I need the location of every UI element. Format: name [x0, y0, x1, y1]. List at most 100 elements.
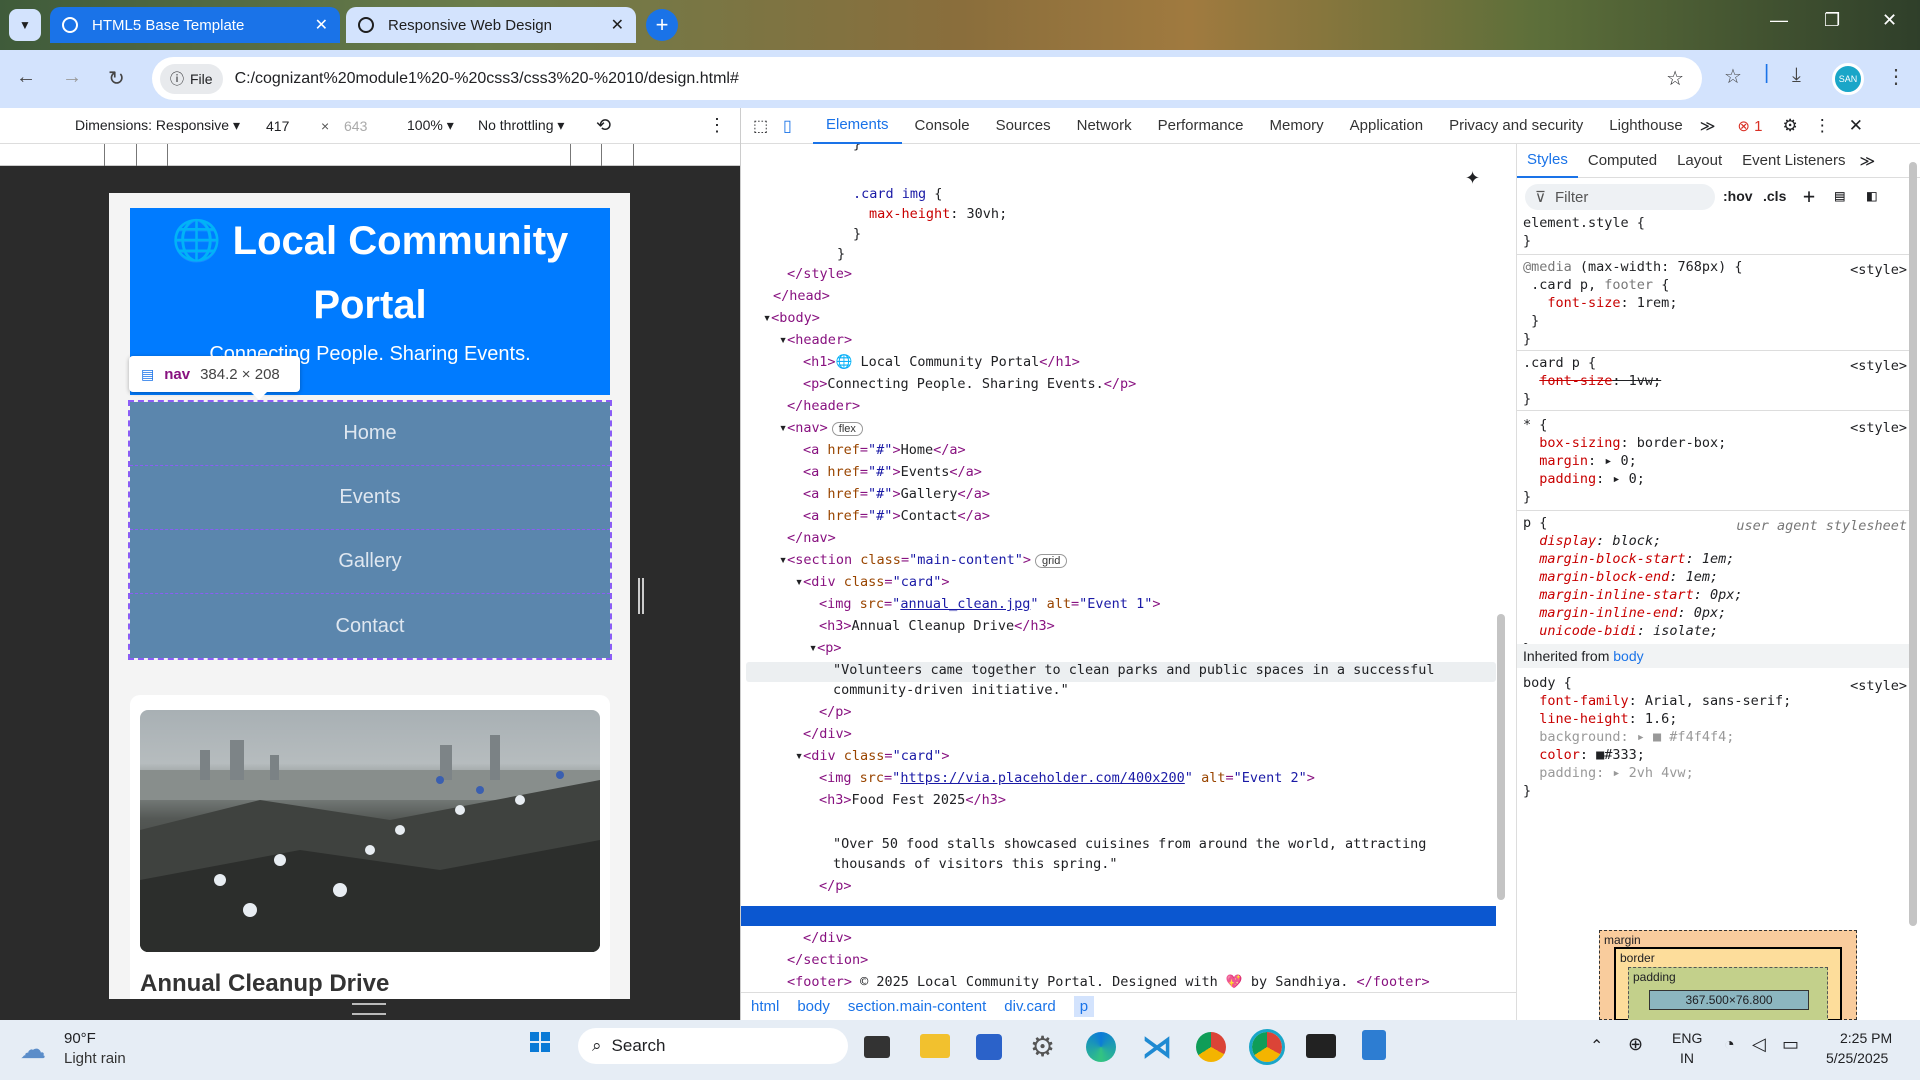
close-icon[interactable]: ✕ [315, 15, 328, 35]
code-line[interactable]: ▾<nav> flex [779, 418, 863, 438]
battery-icon[interactable]: ▭ [1782, 1034, 1799, 1055]
file-explorer-icon[interactable] [920, 1034, 950, 1058]
rule-user-agent-p[interactable]: p { display: block; margin-block-start: … [1523, 514, 1742, 658]
code-line[interactable]: <img src="annual_clean.jpg" alt="Event 1… [819, 594, 1160, 614]
settings-gear-icon[interactable]: ⚙ [1782, 116, 1797, 136]
terminal-icon[interactable] [1306, 1034, 1336, 1058]
tab-html5-base-template[interactable]: HTML5 Base Template ✕ [50, 7, 340, 43]
tab-sources[interactable]: Sources [983, 108, 1064, 144]
new-tab-button[interactable]: + [646, 9, 678, 41]
inspect-icon[interactable]: ⬚ [753, 116, 773, 136]
source-link[interactable]: <style> [1850, 678, 1907, 694]
dimensions-select[interactable]: Dimensions: Responsive ▾ [75, 117, 240, 134]
weather-temp[interactable]: 90°F [64, 1030, 96, 1047]
tab-elements[interactable]: Elements [813, 108, 902, 144]
throttling-select[interactable]: No throttling ▾ [478, 117, 564, 134]
menu-icon[interactable]: ⋮ [1886, 64, 1906, 89]
more-tabs-icon[interactable]: ≫ [1860, 152, 1876, 170]
store-icon[interactable] [976, 1034, 1002, 1060]
code-line[interactable]: <a href="#">Contact</a> [803, 506, 990, 526]
bookmarks-icon[interactable]: ☆ [1724, 64, 1742, 89]
elements-scrollbar[interactable] [1497, 120, 1505, 1020]
crumb-body[interactable]: body [797, 998, 830, 1015]
tab-privacy-security[interactable]: Privacy and security [1436, 108, 1596, 144]
rule-element-style[interactable]: element.style { } [1523, 214, 1645, 250]
edge-icon[interactable] [1086, 1032, 1116, 1062]
code-line[interactable]: ▾<body> [763, 308, 820, 328]
more-tabs-icon[interactable]: ≫ [1700, 117, 1716, 135]
media-query-ruler[interactable] [0, 144, 740, 166]
resize-handle[interactable] [638, 578, 644, 614]
selected-row[interactable] [741, 906, 1496, 926]
rule-card-p[interactable]: .card p { font-size: 1vw; } [1523, 354, 1661, 408]
styles-filter-input[interactable]: ⊽ Filter [1525, 184, 1715, 210]
nav-link-contact[interactable]: Contact [130, 594, 610, 658]
language-indicator[interactable]: ENG [1672, 1030, 1702, 1046]
tab-layout[interactable]: Layout [1667, 144, 1732, 178]
chevron-up-icon[interactable]: ⌃ [1590, 1036, 1603, 1056]
crumb-section[interactable]: section.main-content [848, 998, 986, 1015]
crumb-div[interactable]: div.card [1004, 998, 1055, 1015]
code-line[interactable]: <a href="#">Events</a> [803, 462, 982, 482]
code-line[interactable]: <img src="https://via.placeholder.com/40… [819, 768, 1315, 788]
device-toggle-icon[interactable]: ▯ [783, 116, 803, 136]
chrome-profile-icon[interactable] [1249, 1029, 1285, 1065]
rule-media[interactable]: @media (max-width: 768px) { .card p, foo… [1523, 258, 1742, 348]
crumb-p[interactable]: p [1073, 996, 1095, 1017]
tab-computed[interactable]: Computed [1578, 144, 1667, 178]
code-line[interactable]: ▾<p> [809, 638, 842, 658]
add-rule-icon[interactable]: + [1803, 184, 1815, 208]
url-text[interactable]: C:/cognizant%20module1%20-%20css3/css3%2… [235, 70, 739, 88]
height-input[interactable]: 643 [344, 118, 367, 134]
resize-bottom-handle[interactable] [352, 1003, 386, 1015]
styles-scrollbar[interactable] [1909, 148, 1917, 1008]
tab-console[interactable]: Console [902, 108, 983, 144]
tab-performance[interactable]: Performance [1145, 108, 1257, 144]
accessibility-icon[interactable]: ✦ [1465, 168, 1480, 189]
nav-link-gallery[interactable]: Gallery [130, 530, 610, 594]
taskbar-search[interactable]: ⌕ Search [578, 1028, 848, 1064]
code-line[interactable]: <h1>🌐 Local Community Portal</h1> [803, 352, 1080, 372]
restore-icon[interactable]: ❐ [1824, 10, 1840, 31]
task-view-icon[interactable] [864, 1036, 890, 1058]
tab-responsive-web-design[interactable]: Responsive Web Design ✕ [346, 7, 636, 43]
rule-body[interactable]: body { font-family: Arial, sans-serif; l… [1523, 674, 1791, 800]
close-window-icon[interactable]: ✕ [1882, 10, 1897, 31]
cls-toggle[interactable]: .cls [1763, 188, 1786, 204]
crumb-html[interactable]: html [751, 998, 779, 1015]
clock-date[interactable]: 5/25/2025 [1826, 1050, 1888, 1066]
source-link[interactable]: <style> [1850, 358, 1907, 374]
bookmark-star-icon[interactable]: ☆ [1666, 66, 1684, 91]
notepad-icon[interactable] [1362, 1030, 1386, 1060]
source-link[interactable]: <style> [1850, 420, 1907, 436]
error-icon[interactable]: ⊗ 1 [1737, 117, 1762, 135]
language-region[interactable]: IN [1680, 1050, 1694, 1066]
source-link[interactable]: <style> [1850, 262, 1907, 278]
code-line[interactable]: <p>Connecting People. Sharing Events.</p… [803, 374, 1136, 394]
back-icon[interactable]: ← [16, 66, 36, 89]
rotate-icon[interactable]: ⟲ [596, 115, 611, 136]
code-line-selected[interactable]: ••• ▾<p> == $0 [747, 812, 901, 832]
site-info-chip[interactable]: ⓘ File [160, 63, 223, 94]
inherited-link[interactable]: body [1613, 648, 1643, 664]
volume-icon[interactable]: ◁ [1752, 1034, 1766, 1055]
tab-styles[interactable]: Styles [1517, 144, 1578, 178]
code-line[interactable]: <footer> © 2025 Local Community Portal. … [787, 972, 1430, 992]
tab-memory[interactable]: Memory [1257, 108, 1337, 144]
clock-time[interactable]: 2:25 PM [1840, 1030, 1892, 1046]
customize-icon[interactable]: ⋮ [1814, 116, 1831, 136]
weather-desc[interactable]: Light rain [64, 1050, 126, 1067]
start-button[interactable] [530, 1032, 550, 1052]
width-input[interactable]: 417 [266, 118, 289, 134]
code-line[interactable]: ▾<div class="card"> [795, 746, 949, 766]
code-line[interactable]: <h3>Food Fest 2025</h3> [819, 790, 1006, 810]
weather-icon[interactable]: ☁ [20, 1034, 46, 1065]
tab-lighthouse[interactable]: Lighthouse [1596, 108, 1695, 144]
close-icon[interactable]: ✕ [611, 15, 624, 35]
zoom-select[interactable]: 100% ▾ [407, 117, 454, 134]
wifi-icon[interactable]: ◔ [1724, 1034, 1735, 1055]
avatar[interactable]: SAN [1832, 63, 1864, 95]
close-devtools-icon[interactable]: ✕ [1849, 116, 1863, 136]
code-line[interactable]: <a href="#">Home</a> [803, 440, 966, 460]
code-line[interactable]: ▾<section class="main-content"> grid [779, 550, 1068, 570]
